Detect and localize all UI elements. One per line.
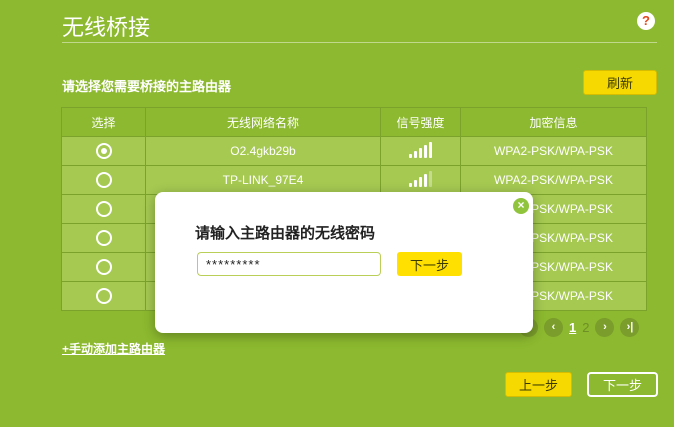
page-title: 无线桥接 bbox=[62, 10, 150, 42]
close-icon[interactable]: × bbox=[513, 198, 529, 214]
signal-cell bbox=[381, 166, 461, 195]
table-header-row: 选择 无线网络名称 信号强度 加密信息 bbox=[62, 108, 647, 137]
last-page-button[interactable]: ›| bbox=[620, 318, 639, 337]
network-radio[interactable] bbox=[96, 143, 112, 159]
add-router-link[interactable]: +手动添加主路由器 bbox=[62, 340, 165, 357]
help-icon[interactable]: ? bbox=[637, 12, 655, 30]
network-ssid[interactable]: TP-LINK_97E4 bbox=[146, 166, 381, 195]
column-header-signal: 信号强度 bbox=[381, 108, 461, 137]
column-header-select: 选择 bbox=[62, 108, 146, 137]
prev-page-button[interactable]: ‹ bbox=[544, 318, 563, 337]
network-ssid[interactable]: O2.4gkb29b bbox=[146, 137, 381, 166]
column-header-ssid: 无线网络名称 bbox=[146, 108, 381, 137]
signal-cell bbox=[381, 137, 461, 166]
security-cell: WPA2-PSK/WPA-PSK bbox=[461, 166, 647, 195]
select-cell bbox=[62, 253, 146, 282]
signal-bars-icon bbox=[409, 142, 432, 158]
next-page-button[interactable]: › bbox=[595, 318, 614, 337]
page-number-2[interactable]: 2 bbox=[582, 320, 589, 335]
signal-bars-icon bbox=[409, 171, 432, 187]
network-radio[interactable] bbox=[96, 172, 112, 188]
network-radio[interactable] bbox=[96, 230, 112, 246]
password-input[interactable] bbox=[197, 252, 381, 276]
select-router-hint: 请选择您需要桥接的主路由器 bbox=[62, 76, 231, 95]
next-step-button[interactable]: 下一步 bbox=[587, 372, 658, 397]
prev-step-button[interactable]: 上一步 bbox=[505, 372, 572, 397]
password-modal: × 请输入主路由器的无线密码 下一步 bbox=[155, 192, 533, 333]
network-radio[interactable] bbox=[96, 288, 112, 304]
network-radio[interactable] bbox=[96, 259, 112, 275]
table-row: O2.4gkb29b WPA2-PSK/WPA-PSK bbox=[62, 137, 647, 166]
select-cell bbox=[62, 195, 146, 224]
page-number-1[interactable]: 1 bbox=[569, 320, 576, 335]
select-cell bbox=[62, 224, 146, 253]
table-row: TP-LINK_97E4 WPA2-PSK/WPA-PSK bbox=[62, 166, 647, 195]
network-radio[interactable] bbox=[96, 201, 112, 217]
select-cell bbox=[62, 166, 146, 195]
modal-next-button[interactable]: 下一步 bbox=[397, 252, 462, 276]
modal-title: 请输入主路由器的无线密码 bbox=[195, 222, 375, 243]
title-divider bbox=[62, 42, 657, 43]
column-header-security: 加密信息 bbox=[461, 108, 647, 137]
select-cell bbox=[62, 282, 146, 311]
wireless-bridge-page: 无线桥接 ? 请选择您需要桥接的主路由器 刷新 选择 无线网络名称 信号强度 加… bbox=[0, 0, 674, 427]
pagination: |‹‹12››| bbox=[519, 318, 639, 337]
security-cell: WPA2-PSK/WPA-PSK bbox=[461, 137, 647, 166]
select-cell bbox=[62, 137, 146, 166]
refresh-button[interactable]: 刷新 bbox=[583, 70, 657, 95]
